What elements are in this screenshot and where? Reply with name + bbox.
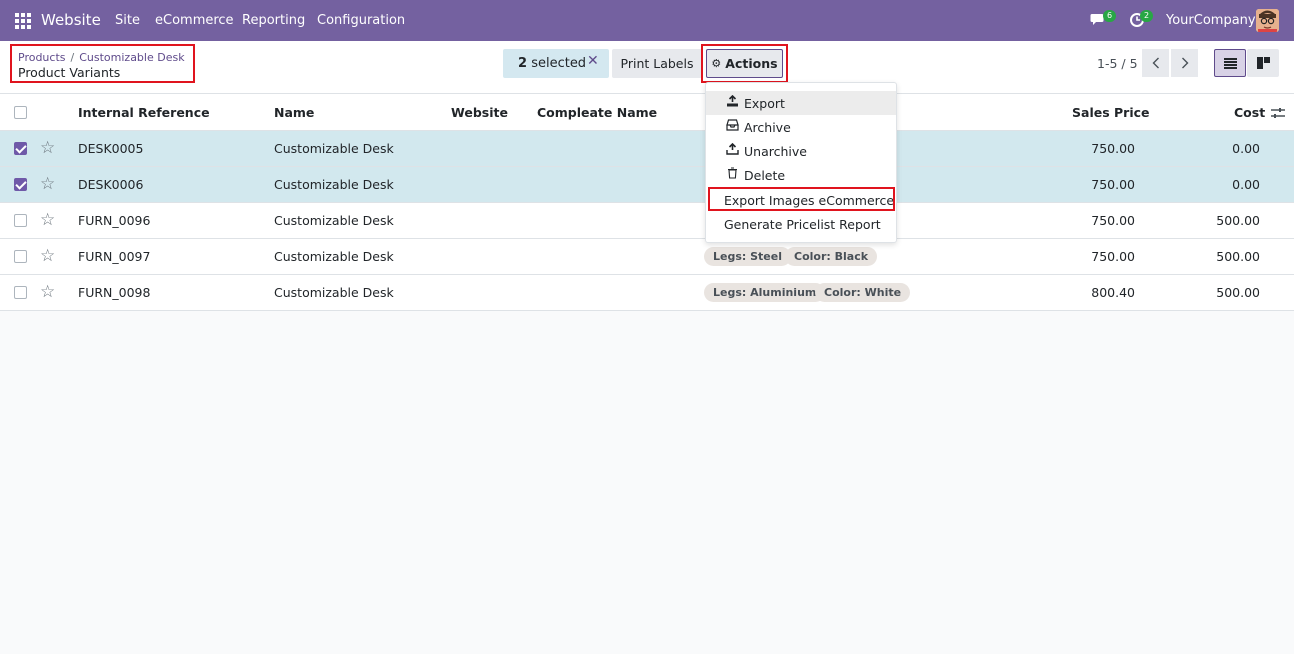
optional-columns-icon[interactable] — [1270, 106, 1286, 120]
export-images-highlight — [708, 187, 895, 211]
gear-icon: ⚙ — [711, 57, 722, 70]
cell-name: Customizable Desk — [274, 249, 394, 264]
favorite-star-icon[interactable]: ☆ — [40, 138, 55, 158]
cell-sales-price: 750.00 — [1091, 177, 1135, 192]
favorite-star-icon[interactable]: ☆ — [40, 246, 55, 266]
row-checkbox[interactable] — [14, 178, 27, 191]
activity-badge: 2 — [1140, 10, 1153, 22]
header-name[interactable]: Name — [274, 105, 314, 120]
cell-name: Customizable Desk — [274, 177, 394, 192]
cell-sales-price: 750.00 — [1091, 141, 1135, 156]
kanban-view-button[interactable] — [1247, 49, 1279, 77]
pager-previous-button[interactable] — [1142, 49, 1169, 77]
cell-sales-price: 750.00 — [1091, 249, 1135, 264]
cell-sales-price: 800.40 — [1091, 285, 1135, 300]
cell-internal-reference: FURN_0096 — [78, 213, 151, 228]
apps-grid-icon[interactable] — [15, 13, 31, 29]
table-header: Internal Reference Name Website Compleat… — [0, 94, 1294, 131]
header-complete-name[interactable]: Compleate Name — [537, 105, 657, 120]
chat-badge: 6 — [1103, 10, 1116, 22]
table-row[interactable]: ☆ FURN_0097 Customizable Desk 750.00 500.00 L… — [0, 239, 1294, 275]
menu-item-unarchive[interactable]: Unarchive — [706, 139, 896, 163]
header-cost[interactable]: Cost — [1234, 105, 1265, 120]
favorite-star-icon[interactable]: ☆ — [40, 174, 55, 194]
page-title: Product Variants — [18, 65, 121, 80]
menu-item-generate-pricelist-report[interactable]: Generate Pricelist Report — [706, 212, 896, 236]
actions-dropdown-menu: Export Archive Unarchive Delete Export I… — [705, 82, 897, 243]
print-labels-button[interactable]: Print Labels — [612, 49, 702, 78]
table-row[interactable]: ☆ FURN_0098 Customizable Desk 800.40 500.00 L… — [0, 275, 1294, 311]
menu-site[interactable]: Site — [115, 13, 140, 28]
table-row[interactable]: ☆ DESK0005 Customizable Desk 750.00 0.00 — [0, 131, 1294, 167]
breadcrumb-highlight: Products / Customizable Desk Product Varia… — [10, 44, 195, 83]
cell-internal-reference: DESK0005 — [78, 141, 144, 156]
favorite-star-icon[interactable]: ☆ — [40, 210, 55, 230]
cell-cost: 0.00 — [1232, 177, 1260, 192]
cell-cost: 500.00 — [1216, 213, 1260, 228]
menu-item-export[interactable]: Export — [706, 91, 896, 115]
menu-reporting[interactable]: Reporting — [242, 13, 305, 28]
cell-internal-reference: DESK0006 — [78, 177, 144, 192]
row-checkbox[interactable] — [14, 142, 27, 155]
cell-name: Customizable Desk — [274, 213, 394, 228]
list-view-icon — [1223, 57, 1237, 69]
actions-button[interactable]: ⚙ Actions — [706, 49, 783, 78]
header-sales-price[interactable]: Sales Price — [1072, 105, 1150, 120]
upload-icon — [726, 94, 739, 110]
pager-next-button[interactable] — [1171, 49, 1198, 77]
header-website[interactable]: Website — [451, 105, 508, 120]
kanban-view-icon — [1256, 57, 1270, 69]
trash-icon — [726, 167, 739, 182]
table-row[interactable]: ☆ FURN_0096 Customizable Desk 750.00 500.00 — [0, 203, 1294, 239]
chevron-left-icon — [1152, 57, 1159, 69]
breadcrumb-item-products[interactable]: Products — [18, 51, 66, 64]
control-panel: Products / Customizable Desk Product Varia… — [0, 41, 1294, 94]
attribute-tag: Color: White — [815, 283, 911, 302]
cell-name: Customizable Desk — [274, 141, 394, 156]
select-all-checkbox[interactable] — [14, 106, 27, 119]
pager-value[interactable]: 1-5 / 5 — [1097, 56, 1138, 71]
cell-name: Customizable Desk — [274, 285, 394, 300]
selection-indicator: 2 selected ✕ — [503, 49, 609, 78]
selected-label: selected — [531, 56, 587, 71]
top-navbar: Website Site eCommerce Reporting Configu… — [0, 0, 1294, 41]
attribute-tag: Color: Black — [785, 247, 878, 266]
cell-cost: 500.00 — [1216, 249, 1260, 264]
chevron-right-icon — [1181, 57, 1188, 69]
attribute-tag: Legs: Steel — [704, 247, 791, 266]
user-avatar[interactable] — [1256, 9, 1279, 32]
selected-count: 2 — [518, 56, 528, 71]
cell-cost: 0.00 — [1232, 141, 1260, 156]
favorite-star-icon[interactable]: ☆ — [40, 282, 55, 302]
cell-internal-reference: FURN_0098 — [78, 285, 151, 300]
breadcrumb-separator: / — [70, 51, 75, 64]
row-checkbox[interactable] — [14, 286, 27, 299]
unarchive-icon — [726, 142, 739, 158]
breadcrumb-item-customizable-desk[interactable]: Customizable Desk — [79, 51, 184, 64]
menu-item-archive[interactable]: Archive — [706, 115, 896, 139]
app-brand[interactable]: Website — [41, 11, 101, 29]
list-view-button[interactable] — [1214, 49, 1246, 77]
actions-label: Actions — [725, 56, 778, 71]
table-row[interactable]: ☆ DESK0006 Customizable Desk 750.00 0.00 — [0, 167, 1294, 203]
unselect-close-icon[interactable]: ✕ — [587, 53, 599, 69]
menu-item-delete[interactable]: Delete — [706, 163, 896, 187]
row-checkbox[interactable] — [14, 250, 27, 263]
row-checkbox[interactable] — [14, 214, 27, 227]
attribute-tag: Legs: Aluminium — [704, 283, 826, 302]
header-internal-reference[interactable]: Internal Reference — [78, 105, 210, 120]
cell-sales-price: 750.00 — [1091, 213, 1135, 228]
menu-ecommerce[interactable]: eCommerce — [155, 13, 234, 28]
cell-cost: 500.00 — [1216, 285, 1260, 300]
breadcrumb: Products / Customizable Desk — [18, 51, 185, 64]
company-switcher[interactable]: YourCompany — [1166, 13, 1256, 28]
cell-internal-reference: FURN_0097 — [78, 249, 151, 264]
menu-configuration[interactable]: Configuration — [317, 13, 405, 28]
archive-icon — [726, 119, 739, 134]
